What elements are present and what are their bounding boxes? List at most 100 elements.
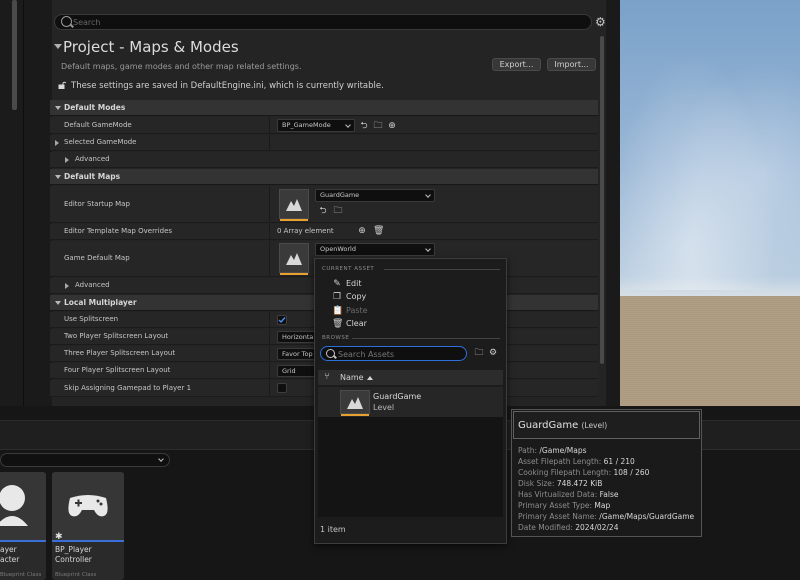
section-label: Local Multiplayer bbox=[64, 298, 137, 307]
row-label: Editor Template Map Overrides bbox=[64, 227, 173, 235]
collapse-triangle-icon[interactable] bbox=[54, 44, 62, 49]
three-player-layout-combo[interactable]: Favor Top bbox=[277, 348, 317, 360]
branch-icon[interactable]: ⑂ bbox=[322, 372, 332, 382]
import-button[interactable]: Import... bbox=[547, 58, 596, 71]
skip-gamepad-checkbox[interactable] bbox=[277, 383, 287, 393]
search-icon bbox=[326, 349, 335, 358]
tooltip-line: Date Modified: 2024/02/24 bbox=[518, 523, 619, 532]
asset-type: Blueprint Class bbox=[0, 572, 42, 578]
asset-name-line: ayer bbox=[0, 545, 17, 554]
asset-name: BP_Player Controller bbox=[55, 545, 92, 565]
asset-type: Blueprint Class bbox=[55, 572, 97, 578]
map-thumbnail[interactable] bbox=[279, 243, 309, 275]
config-writable-note: These settings are saved in DefaultEngin… bbox=[71, 81, 384, 91]
two-player-layout-combo[interactable]: Horizontal bbox=[277, 331, 317, 343]
menu-item-edit[interactable]: ✎ Edit bbox=[316, 278, 504, 291]
use-selected-icon[interactable]: ⮌ bbox=[318, 206, 328, 216]
add-element-icon[interactable]: ⊕ bbox=[357, 226, 367, 236]
combo-value: BP_GameMode bbox=[282, 121, 331, 129]
asset-tile[interactable]: ayer acter Blueprint Class bbox=[0, 472, 46, 580]
trash-icon[interactable]: 🗑 bbox=[373, 226, 384, 236]
asset-search-box[interactable] bbox=[320, 346, 467, 361]
gear-icon[interactable]: ⚙ bbox=[595, 16, 607, 28]
four-player-layout-combo[interactable]: Grid bbox=[277, 365, 317, 377]
default-gamemode-combo[interactable]: BP_GameMode bbox=[277, 119, 355, 132]
settings-search-box[interactable] bbox=[54, 14, 592, 30]
asset-list-item[interactable]: GuardGame Level bbox=[318, 387, 503, 417]
browse-folder-icon[interactable]: 🗀 bbox=[333, 206, 343, 216]
asset-name: ayer acter bbox=[0, 545, 19, 565]
menu-item-copy[interactable]: ❐ Copy bbox=[316, 291, 504, 304]
page-title: Project - Maps & Modes bbox=[63, 38, 239, 56]
array-count: 0 Array element bbox=[277, 227, 334, 235]
game-default-map-combo[interactable]: OpenWorld bbox=[315, 243, 435, 256]
row-label: Selected GameMode bbox=[64, 138, 137, 146]
header-divider bbox=[384, 269, 500, 270]
settings-search-input[interactable] bbox=[73, 16, 573, 29]
copy-icon: ❐ bbox=[332, 292, 342, 302]
column-divider bbox=[269, 312, 270, 327]
editor-window: ⚙ Project - Maps & Modes Default maps, g… bbox=[0, 0, 800, 580]
viewport-ground bbox=[620, 296, 800, 406]
asset-name-line: acter bbox=[0, 555, 20, 564]
browse-folder-icon[interactable]: 🗀 bbox=[373, 121, 383, 131]
use-selected-icon[interactable]: ⮌ bbox=[359, 121, 369, 131]
asset-thumbnail bbox=[0, 472, 46, 540]
page-subtitle: Default maps, game modes and other map r… bbox=[61, 62, 302, 71]
checkmark-icon bbox=[278, 317, 286, 324]
paste-icon: 📋 bbox=[332, 306, 344, 316]
row-label: Advanced bbox=[75, 155, 110, 163]
asset-thumbnail bbox=[52, 472, 124, 540]
gear-icon[interactable]: ⚙ bbox=[488, 348, 498, 358]
left-panel-scrollbar[interactable] bbox=[12, 0, 17, 110]
folder-icon[interactable]: 🗀 bbox=[474, 348, 484, 358]
section-default-modes[interactable]: Default Modes bbox=[50, 100, 598, 116]
asset-name: GuardGame bbox=[373, 392, 422, 401]
chevron-down-icon bbox=[425, 246, 431, 252]
chevron-down-icon bbox=[345, 122, 351, 128]
asset-search-input[interactable] bbox=[338, 348, 463, 360]
row-label: Three Player Splitscreen Layout bbox=[64, 349, 176, 357]
section-default-maps[interactable]: Default Maps bbox=[50, 169, 598, 185]
column-divider bbox=[269, 241, 270, 276]
column-divider bbox=[269, 380, 270, 396]
row-label: Game Default Map bbox=[64, 254, 130, 262]
menu-item-clear[interactable]: 🗑 Clear bbox=[316, 318, 504, 331]
asset-class-bar bbox=[52, 540, 124, 542]
section-label: Default Maps bbox=[64, 172, 121, 181]
combo-value: Horizontal bbox=[282, 333, 316, 341]
row-label: Skip Assigning Gamepad to Player 1 bbox=[64, 384, 192, 392]
tooltip-asset-class: (Level) bbox=[581, 421, 608, 430]
header-divider bbox=[352, 338, 500, 339]
tooltip-line: Disk Size: 748.472 KiB bbox=[518, 479, 603, 488]
column-name[interactable]: Name bbox=[340, 373, 364, 382]
star-icon: ✱ bbox=[55, 532, 63, 542]
expand-arrow-icon bbox=[55, 140, 59, 146]
column-divider bbox=[269, 363, 270, 378]
combo-value: Grid bbox=[282, 367, 296, 375]
editor-startup-map-combo[interactable]: GuardGame bbox=[315, 189, 435, 202]
tooltip-line: Has Virtualized Data: False bbox=[518, 490, 619, 499]
tooltip-line: Path: /Game/Maps bbox=[518, 446, 587, 455]
asset-tile[interactable]: ✱ BP_Player Controller Blueprint Class bbox=[52, 472, 124, 580]
map-thumbnail[interactable] bbox=[279, 189, 309, 221]
row-selected-gamemode[interactable]: Selected GameMode bbox=[50, 135, 598, 151]
use-splitscreen-checkbox[interactable] bbox=[277, 315, 287, 325]
add-icon[interactable]: ⊕ bbox=[387, 121, 397, 131]
gamepad-icon bbox=[68, 495, 108, 517]
sort-ascending-icon bbox=[367, 376, 373, 380]
export-button[interactable]: Export... bbox=[492, 58, 541, 71]
asset-name-line: Controller bbox=[55, 555, 92, 564]
column-divider bbox=[269, 329, 270, 344]
expand-arrow-icon bbox=[65, 157, 69, 163]
tooltip-line: Primary Asset Name: /Game/Maps/GuardGame bbox=[518, 512, 695, 521]
content-browser-filter-combo[interactable] bbox=[0, 453, 170, 467]
menu-item-label: Copy bbox=[346, 292, 367, 301]
menu-item-paste[interactable]: 📋 Paste bbox=[316, 305, 504, 318]
level-icon bbox=[286, 253, 302, 265]
settings-scrollbar[interactable] bbox=[600, 36, 604, 364]
row-advanced-modes[interactable]: Advanced bbox=[50, 152, 598, 168]
expand-triangle-icon bbox=[55, 301, 61, 305]
combo-value: Favor Top bbox=[282, 350, 313, 358]
tooltip-asset-name: GuardGame bbox=[518, 420, 579, 431]
